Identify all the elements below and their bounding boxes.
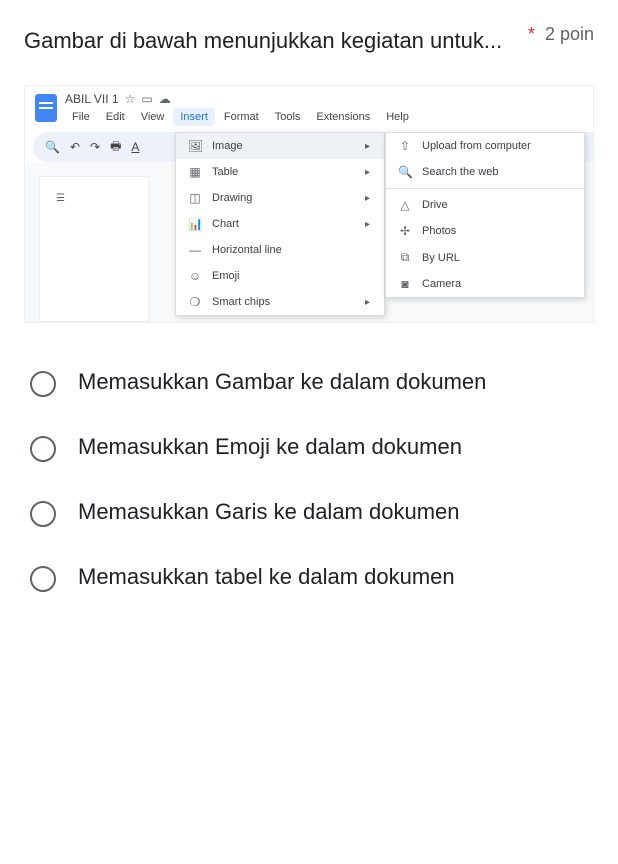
menu-format: Format: [217, 108, 266, 126]
chevron-right-icon: ▸: [365, 297, 370, 308]
doc-page: ☰: [39, 176, 149, 322]
image-submenu-dropdown: ⇧Upload from computer 🔍Search the web △D…: [385, 132, 585, 298]
docs-header: ABIL VII 1 ☆ ▭ ☁ File Edit View Insert F…: [25, 86, 593, 126]
drive-item: △Drive: [386, 192, 584, 218]
photos-item: ✢Photos: [386, 218, 584, 244]
option-2-text: Memasukkan Emoji ke dalam dokumen: [78, 430, 462, 463]
search-web-item: 🔍Search the web: [386, 159, 584, 185]
option-3-text: Memasukkan Garis ke dalam dokumen: [78, 495, 460, 528]
insert-drawing-item: ◫Drawing ▸: [176, 185, 384, 211]
search-icon: 🔍: [45, 140, 60, 154]
radio-icon[interactable]: [30, 436, 56, 462]
google-docs-icon: [35, 94, 57, 122]
move-icon: ▭: [141, 92, 152, 106]
upload-computer-item: ⇧Upload from computer: [386, 133, 584, 159]
option-4-text: Memasukkan tabel ke dalam dokumen: [78, 560, 455, 593]
insert-menu-dropdown: 🖼Image ▸ ▦Table ▸ ◫Drawing ▸ 📊Chart ▸ —H…: [175, 132, 385, 316]
image-icon: 🖼: [188, 139, 202, 153]
chevron-right-icon: ▸: [365, 167, 370, 178]
question-image: ABIL VII 1 ☆ ▭ ☁ File Edit View Insert F…: [24, 85, 594, 323]
chevron-right-icon: ▸: [365, 219, 370, 230]
search-web-icon: 🔍: [398, 165, 412, 179]
menu-separator: [386, 188, 584, 189]
option-4[interactable]: Memasukkan tabel ke dalam dokumen: [24, 546, 594, 611]
option-1-text: Memasukkan Gambar ke dalam dokumen: [78, 365, 486, 398]
redo-icon: ↷: [90, 140, 100, 154]
menu-help: Help: [379, 108, 416, 126]
radio-icon[interactable]: [30, 371, 56, 397]
menu-tools: Tools: [268, 108, 308, 126]
camera-icon: ◙: [398, 277, 412, 291]
question-header: Gambar di bawah menunjukkan kegiatan unt…: [24, 24, 594, 57]
insert-smartchips-item: ❍Smart chips ▸: [176, 289, 384, 315]
answer-options: Memasukkan Gambar ke dalam dokumen Memas…: [24, 351, 594, 611]
menubar: File Edit View Insert Format Tools Exten…: [65, 108, 416, 126]
menu-insert: Insert: [173, 108, 215, 126]
star-icon: ☆: [125, 92, 136, 106]
radio-icon[interactable]: [30, 566, 56, 592]
option-3[interactable]: Memasukkan Garis ke dalam dokumen: [24, 481, 594, 546]
insert-hr-item: —Horizontal line: [176, 237, 384, 263]
question-points: * 2 poin: [528, 24, 594, 45]
insert-table-item: ▦Table ▸: [176, 159, 384, 185]
drawing-icon: ◫: [188, 191, 202, 205]
chevron-right-icon: ▸: [365, 193, 370, 204]
horizontal-line-icon: —: [188, 243, 202, 257]
insert-chart-item: 📊Chart ▸: [176, 211, 384, 237]
emoji-icon: ☺: [188, 269, 202, 283]
upload-icon: ⇧: [398, 139, 412, 153]
question-text: Gambar di bawah menunjukkan kegiatan unt…: [24, 24, 528, 57]
doc-title-row: ABIL VII 1 ☆ ▭ ☁: [65, 92, 416, 108]
undo-icon: ↶: [70, 140, 80, 154]
radio-icon[interactable]: [30, 501, 56, 527]
doc-title: ABIL VII 1: [65, 92, 119, 106]
menu-view: View: [134, 108, 172, 126]
camera-item: ◙Camera: [386, 271, 584, 297]
option-2[interactable]: Memasukkan Emoji ke dalam dokumen: [24, 416, 594, 481]
menu-edit: Edit: [99, 108, 132, 126]
drive-icon: △: [398, 198, 412, 212]
points-label: 2 poin: [545, 24, 594, 44]
option-1[interactable]: Memasukkan Gambar ke dalam dokumen: [24, 351, 594, 416]
smartchips-icon: ❍: [188, 295, 202, 309]
photos-icon: ✢: [398, 224, 412, 238]
table-icon: ▦: [188, 165, 202, 179]
chart-icon: 📊: [188, 217, 202, 231]
cloud-icon: ☁: [159, 92, 171, 106]
docs-body: ☰ 🖼Image ▸ ▦Table ▸ ◫Drawing ▸ 📊Chart ▸ …: [25, 162, 593, 322]
link-icon: ⧉: [398, 250, 412, 265]
spellcheck-icon: A: [131, 140, 139, 154]
insert-emoji-item: ☺Emoji: [176, 263, 384, 289]
required-asterisk: *: [528, 24, 535, 44]
chevron-right-icon: ▸: [365, 141, 370, 152]
byurl-item: ⧉By URL: [386, 244, 584, 271]
insert-image-item: 🖼Image ▸: [176, 133, 384, 159]
print-icon: 🖶: [110, 137, 121, 158]
bullet-list-icon: ☰: [56, 193, 65, 204]
menu-extensions: Extensions: [309, 108, 377, 126]
menu-file: File: [65, 108, 97, 126]
